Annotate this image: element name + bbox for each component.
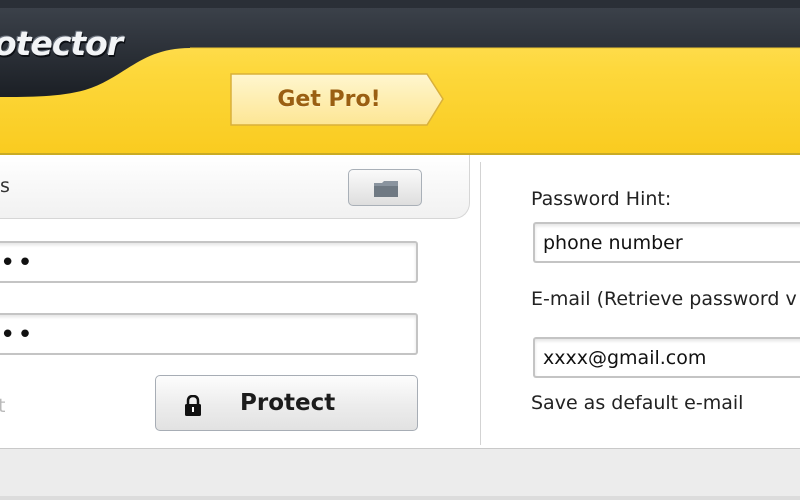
email-value: xxxx@gmail.com (543, 347, 707, 369)
app-title: otector (0, 24, 123, 63)
protect-button[interactable]: Protect (155, 375, 418, 431)
browse-button[interactable] (348, 169, 422, 206)
email-input[interactable]: xxxx@gmail.com (533, 337, 800, 378)
header-topline (0, 0, 800, 8)
password-hint-value: phone number (543, 232, 683, 254)
footer-bar (0, 448, 800, 500)
folder-icon (374, 181, 398, 197)
lock-icon (185, 395, 201, 416)
password-input[interactable]: •• (0, 241, 418, 283)
get-pro-button[interactable]: Get Pro! (229, 72, 445, 127)
protect-label: Protect (240, 390, 336, 416)
password-mask: •• (0, 248, 35, 278)
password-hint-input[interactable]: phone number (533, 222, 800, 263)
get-pro-label: Get Pro! (277, 87, 381, 112)
confirm-password-mask: •• (0, 320, 35, 350)
remember-option-label[interactable]: t (0, 395, 5, 417)
password-hint-label: Password Hint: (531, 188, 672, 210)
file-label: s (0, 175, 10, 197)
email-label: E-mail (Retrieve password v (531, 288, 797, 310)
save-default-email-label[interactable]: Save as default e-mail (531, 392, 743, 414)
confirm-password-input[interactable]: •• (0, 313, 418, 355)
footer-bottom-line (0, 496, 800, 500)
panel-divider (480, 162, 481, 445)
app-header: otector Get Pro! (0, 0, 800, 155)
